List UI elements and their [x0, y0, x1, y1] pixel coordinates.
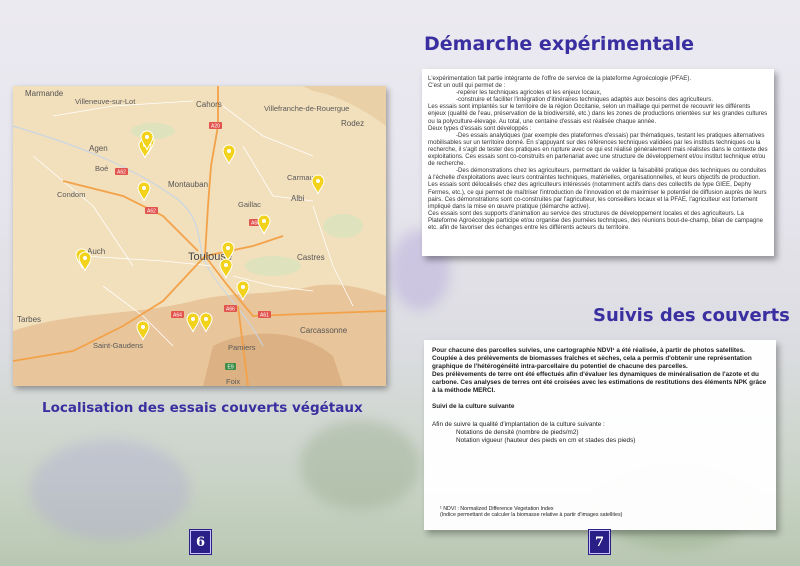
- background-flower-blur: [30, 440, 190, 540]
- svg-text:Boé: Boé: [95, 164, 108, 173]
- section-title: Suivis des couverts: [593, 305, 790, 326]
- svg-text:Saint-Gaudens: Saint-Gaudens: [93, 341, 143, 350]
- paragraph: Afin de suivre la qualité d'implantation…: [432, 421, 605, 428]
- paragraph: Ces essais sont des supports d'animation…: [428, 209, 764, 231]
- svg-text:Pamiers: Pamiers: [228, 343, 256, 352]
- footnote-line: (Indice permettant de calculer la biomas…: [440, 512, 623, 519]
- svg-text:Cahors: Cahors: [196, 100, 222, 109]
- svg-text:Agen: Agen: [89, 144, 108, 153]
- trial-location-map: A20 A62 A62 A68 A64 A66 A61 E9 Marmande …: [13, 86, 386, 386]
- paragraph: Deux types d'essais sont développés :: [428, 124, 532, 132]
- svg-text:A66: A66: [226, 307, 235, 313]
- page-number-left: 6: [190, 530, 211, 554]
- footnote: ¹ NDVI : Normalized Difference Vegetatio…: [440, 506, 622, 519]
- svg-text:A62: A62: [147, 209, 156, 215]
- list-item: Notations de densité (nombre de pieds/m2…: [456, 429, 579, 436]
- svg-text:A62: A62: [117, 170, 126, 176]
- forest-patch: [245, 256, 301, 276]
- paragraph: Pour chacune des parcelles suivies, une …: [432, 347, 752, 370]
- paragraph: -Des essais analytiques (par exemple des…: [428, 131, 768, 168]
- paragraph: Des prélèvements de terre ont été effect…: [432, 371, 767, 394]
- experimental-approach-text: L'expérimentation fait partie intégrante…: [422, 69, 774, 256]
- list-item: Notation vigueur (hauteur des pieds en c…: [456, 437, 636, 444]
- svg-text:Condom: Condom: [57, 190, 85, 199]
- subheading: Suivi de la culture suivante: [432, 403, 515, 410]
- intro-line: C'est un outil qui permet de :: [428, 82, 506, 90]
- background-flower-blur: [300, 420, 420, 510]
- page-title: Démarche expérimentale: [424, 33, 694, 55]
- svg-text:A61: A61: [260, 313, 269, 319]
- svg-text:Albi: Albi: [291, 194, 305, 203]
- page-number-right: 7: [589, 530, 610, 554]
- svg-text:E9: E9: [228, 365, 234, 371]
- svg-text:Carcassonne: Carcassonne: [300, 326, 348, 335]
- svg-text:Tarbes: Tarbes: [17, 315, 41, 324]
- svg-text:Villefranche-de-Rouergue: Villefranche-de-Rouergue: [264, 104, 349, 113]
- bullet-item: -repérer les techniques agricoles et les…: [456, 89, 602, 97]
- paragraph: Les essais sont implantés sur le territo…: [428, 103, 768, 125]
- map-caption: Localisation des essais couverts végétau…: [42, 400, 363, 416]
- cover-monitoring-text: Pour chacune des parcelles suivies, une …: [424, 340, 776, 530]
- intro-line: L'expérimentation fait partie intégrante…: [428, 75, 692, 82]
- svg-text:Villeneuve-sur-Lot: Villeneuve-sur-Lot: [75, 97, 136, 106]
- svg-text:Marmande: Marmande: [25, 89, 64, 98]
- paragraph: -Des démonstrations chez les agriculteur…: [428, 167, 767, 210]
- forest-patch: [323, 214, 363, 238]
- svg-text:Montauban: Montauban: [168, 180, 208, 189]
- svg-text:A64: A64: [173, 313, 182, 319]
- svg-text:Rodez: Rodez: [341, 119, 364, 128]
- bullet-item: -construire et faciliter l'intégration d…: [456, 96, 714, 104]
- svg-text:Castres: Castres: [297, 253, 325, 262]
- svg-text:A20: A20: [211, 124, 220, 130]
- svg-text:Gaillac: Gaillac: [238, 200, 261, 209]
- svg-text:Foix: Foix: [226, 377, 240, 386]
